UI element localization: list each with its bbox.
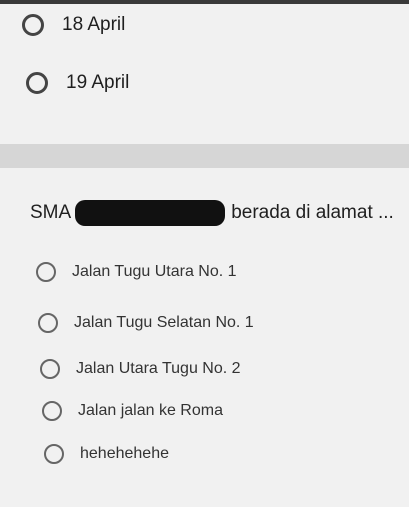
option-label: Jalan Tugu Selatan No. 1 <box>74 314 254 331</box>
question-suffix: berada di alamat ... <box>231 202 394 223</box>
option-address-1[interactable]: Jalan Tugu Utara No. 1 <box>36 262 237 282</box>
radio-circle-icon[interactable] <box>38 313 58 333</box>
radio-circle-icon[interactable] <box>36 262 56 282</box>
option-label: 18 April <box>62 14 126 35</box>
radio-circle-icon[interactable] <box>42 401 62 421</box>
option-18-april[interactable]: 18 April <box>22 14 125 36</box>
option-address-2[interactable]: Jalan Tugu Selatan No. 1 <box>38 313 254 333</box>
option-label: 19 April <box>66 72 130 93</box>
radio-circle-icon[interactable] <box>44 444 64 464</box>
option-19-april[interactable]: 19 April <box>26 72 129 94</box>
question-title: SMA berada di alamat ... <box>30 198 405 228</box>
option-address-4[interactable]: Jalan jalan ke Roma <box>42 401 223 421</box>
redaction-bar <box>75 200 226 226</box>
radio-circle-icon[interactable] <box>26 72 48 94</box>
radio-circle-icon[interactable] <box>22 14 44 36</box>
option-label: Jalan Utara Tugu No. 2 <box>76 360 241 377</box>
section-separator <box>0 144 409 168</box>
radio-circle-icon[interactable] <box>40 359 60 379</box>
option-address-5[interactable]: hehehehehe <box>44 444 169 464</box>
option-address-3[interactable]: Jalan Utara Tugu No. 2 <box>40 359 241 379</box>
question-prefix: SMA <box>30 202 72 223</box>
option-label: Jalan Tugu Utara No. 1 <box>72 263 237 280</box>
option-label: Jalan jalan ke Roma <box>78 402 223 419</box>
option-label: hehehehehe <box>80 445 169 462</box>
